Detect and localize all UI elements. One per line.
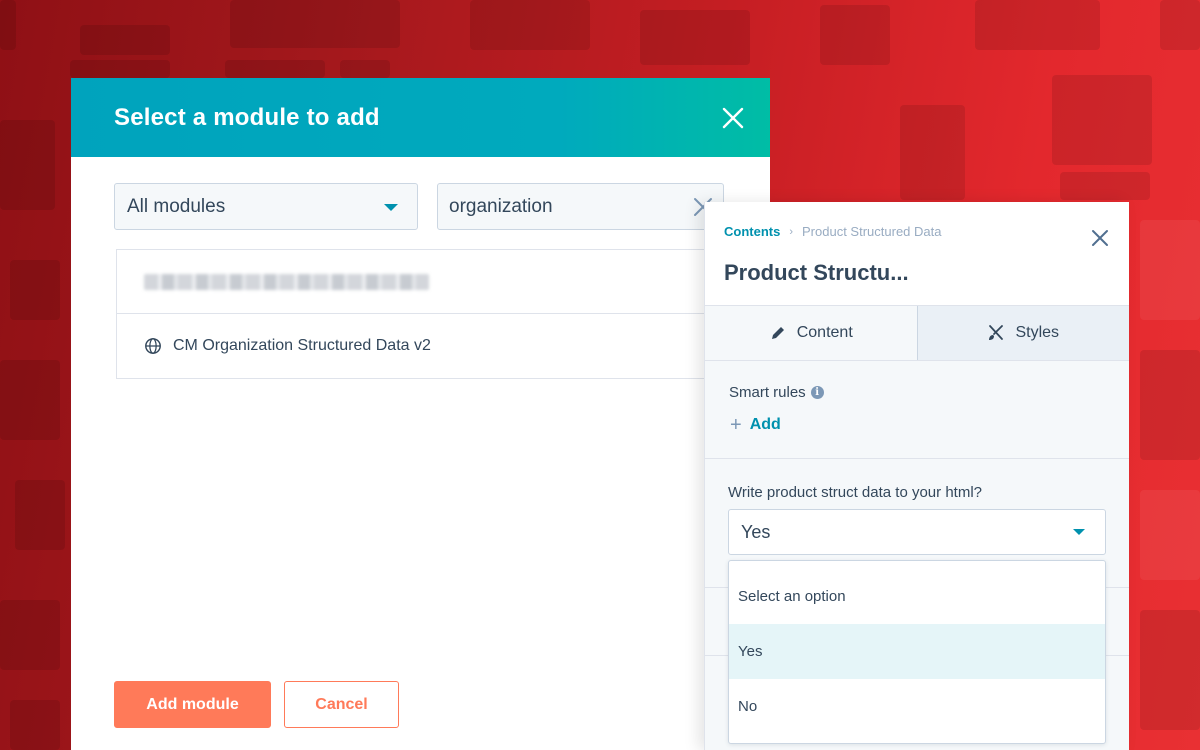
add-smart-rule-label: Add [749,416,781,433]
bg-shape [1052,75,1152,165]
write-struct-data-label: Write product struct data to your html? [728,484,982,501]
bg-shape [15,480,65,550]
smart-rules-text: Smart rules [729,384,806,401]
module-result-item[interactable] [117,250,776,314]
cancel-button[interactable]: Cancel [284,681,399,728]
tab-styles-label: Styles [1015,324,1060,341]
breadcrumb-contents-link[interactable]: Contents [724,224,780,239]
bg-shape [640,10,750,65]
bg-shape [340,60,390,78]
bg-shape [1140,610,1200,730]
pencil-icon [771,327,784,339]
tab-content-label: Content [796,324,853,341]
bg-shape [975,0,1100,50]
bg-shape [0,600,60,670]
close-dialog-button[interactable] [721,106,745,130]
bg-shape [0,360,60,440]
write-struct-data-select[interactable]: Yes [728,509,1106,555]
dialog-header: Select a module to add [71,78,770,157]
module-settings-panel: Contents › Product Structured Data Produ… [704,202,1129,750]
caret-down-icon [384,204,398,211]
breadcrumb-current: Product Structured Data [802,224,942,239]
plus-icon: + [730,414,742,436]
bg-shape [1160,0,1200,50]
smart-rules-label: Smart rules i [729,384,824,401]
module-type-select[interactable]: All modules [114,183,418,230]
filter-row: All modules organization [114,183,770,231]
close-icon [722,107,744,128]
bg-shape [70,60,170,78]
module-result-label: CM Organization Structured Data v2 [173,337,431,354]
module-result-item[interactable]: CM Organization Structured Data v2 [117,314,776,378]
chevron-right-icon: › [789,225,794,238]
caret-down-icon [1073,529,1085,535]
bg-shape [230,0,400,48]
bg-shape [10,260,60,320]
bg-shape [900,105,965,200]
bg-shape [0,0,16,50]
brush-icon [989,325,1004,340]
bg-shape [225,60,325,78]
tab-content[interactable]: Content [705,306,917,360]
info-icon[interactable]: i [810,386,824,399]
bg-shape [1140,350,1200,460]
bg-shape [0,120,55,210]
bg-shape [1140,490,1200,580]
dialog-title: Select a module to add [114,103,380,131]
blurred-module-name [144,273,429,290]
module-search-input[interactable]: organization [437,183,724,230]
dropdown-option-selected[interactable]: Yes [729,624,1105,679]
bg-shape [10,700,60,750]
options-dropdown: Select an option Yes No [728,560,1106,744]
panel-tabs: Content Styles [705,305,1129,361]
panel-title: Product Structu... [724,260,909,285]
add-smart-rule-link[interactable]: + Add [730,415,781,435]
close-panel-button[interactable] [1091,229,1109,247]
module-results-list: CM Organization Structured Data v2 [116,249,776,379]
breadcrumb: Contents › Product Structured Data [724,224,941,239]
panel-header: Contents › Product Structured Data Produ… [705,202,1129,305]
dropdown-option[interactable]: No [729,679,1105,734]
add-module-button[interactable]: Add module [114,681,271,728]
search-value: organization [449,195,553,217]
globe-icon [145,338,161,354]
select-module-dialog: Select a module to add All modules organ… [71,78,776,750]
bg-shape [80,25,170,55]
close-icon [1092,230,1108,246]
divider [705,458,1129,459]
dropdown-option[interactable]: Select an option [729,569,1105,624]
bg-shape [1060,172,1150,200]
bg-shape [1140,220,1200,320]
bg-shape [470,0,590,50]
write-struct-data-value: Yes [741,521,771,542]
tab-styles[interactable]: Styles [916,306,1129,360]
module-type-value: All modules [127,195,226,217]
bg-shape [820,5,890,65]
